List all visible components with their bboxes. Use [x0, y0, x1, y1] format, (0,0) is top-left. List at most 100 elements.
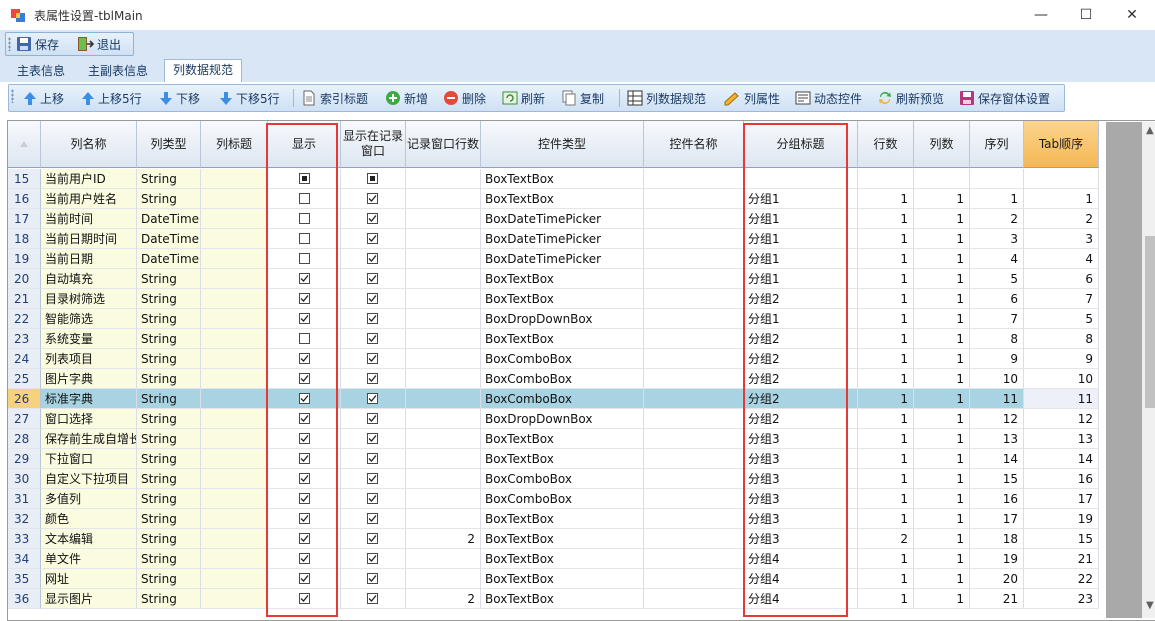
- cell-record-rows[interactable]: [406, 489, 481, 509]
- show-in-record-checkbox[interactable]: [367, 513, 378, 524]
- cell-rows[interactable]: 1: [858, 509, 914, 529]
- cell-sequence[interactable]: 8: [970, 329, 1024, 349]
- cell-group-title[interactable]: 分组3: [744, 509, 858, 529]
- cell-cols[interactable]: 1: [914, 549, 970, 569]
- show-checkbox[interactable]: [299, 533, 310, 544]
- cell-column-title[interactable]: [201, 249, 268, 269]
- cell-control-name[interactable]: [644, 429, 744, 449]
- row-number[interactable]: 30: [8, 469, 41, 489]
- cell-control-type[interactable]: BoxTextBox: [481, 329, 644, 349]
- show-in-record-checkbox[interactable]: [367, 213, 378, 224]
- cell-group-title[interactable]: 分组1: [744, 269, 858, 289]
- cell-sequence[interactable]: 11: [970, 389, 1024, 409]
- cell-control-name[interactable]: [644, 309, 744, 329]
- cell-control-type[interactable]: BoxTextBox: [481, 449, 644, 469]
- cell-cols[interactable]: 1: [914, 509, 970, 529]
- header-col-name[interactable]: 列名称: [41, 121, 137, 168]
- cell-show[interactable]: [268, 289, 341, 309]
- show-in-record-checkbox[interactable]: [367, 493, 378, 504]
- cell-record-rows[interactable]: [406, 449, 481, 469]
- show-checkbox[interactable]: [299, 313, 310, 324]
- row-number[interactable]: 31: [8, 489, 41, 509]
- cell-column-name[interactable]: 显示图片: [41, 589, 137, 609]
- show-checkbox[interactable]: [299, 233, 310, 244]
- cell-control-type[interactable]: BoxTextBox: [481, 509, 644, 529]
- cell-group-title[interactable]: 分组3: [744, 489, 858, 509]
- table-row[interactable]: 31 多值列 String BoxComboBox 分组3 1 1 16 17: [8, 489, 1106, 509]
- vertical-scrollbar[interactable]: ▲ ▼: [1142, 122, 1155, 618]
- header-col-show[interactable]: 显示: [268, 121, 341, 168]
- show-checkbox[interactable]: [299, 493, 310, 504]
- cell-rows[interactable]: 1: [858, 249, 914, 269]
- cell-show[interactable]: [268, 169, 341, 189]
- cell-record-rows[interactable]: [406, 289, 481, 309]
- cell-group-title[interactable]: 分组1: [744, 309, 858, 329]
- cell-rows[interactable]: 1: [858, 469, 914, 489]
- cell-column-type[interactable]: String: [137, 389, 201, 409]
- cell-show-in-record[interactable]: [341, 169, 406, 189]
- show-checkbox[interactable]: [299, 293, 310, 304]
- cell-show[interactable]: [268, 529, 341, 549]
- scroll-up-icon[interactable]: ▲: [1146, 125, 1154, 136]
- show-checkbox[interactable]: [299, 213, 310, 224]
- cell-control-type[interactable]: BoxComboBox: [481, 469, 644, 489]
- cell-column-name[interactable]: 智能筛选: [41, 309, 137, 329]
- cell-record-rows[interactable]: [406, 309, 481, 329]
- cell-column-name[interactable]: 标准字典: [41, 389, 137, 409]
- cell-control-type[interactable]: BoxComboBox: [481, 369, 644, 389]
- cell-tab-order[interactable]: 21: [1024, 549, 1099, 569]
- cell-show[interactable]: [268, 429, 341, 449]
- cell-group-title[interactable]: 分组2: [744, 329, 858, 349]
- cell-column-type[interactable]: String: [137, 429, 201, 449]
- scroll-down-icon[interactable]: ▼: [1146, 600, 1154, 611]
- cell-control-type[interactable]: BoxComboBox: [481, 349, 644, 369]
- row-number[interactable]: 24: [8, 349, 41, 369]
- cell-column-name[interactable]: 网址: [41, 569, 137, 589]
- cell-rows[interactable]: 1: [858, 409, 914, 429]
- show-in-record-checkbox[interactable]: [367, 353, 378, 364]
- move-up-button[interactable]: 上移: [23, 87, 64, 109]
- cell-show-in-record[interactable]: [341, 589, 406, 609]
- cell-tab-order[interactable]: 23: [1024, 589, 1099, 609]
- cell-sequence[interactable]: 16: [970, 489, 1024, 509]
- tab-main-sub-table-info[interactable]: 主副表信息: [80, 61, 156, 82]
- cell-record-rows[interactable]: [406, 409, 481, 429]
- cell-cols[interactable]: 1: [914, 569, 970, 589]
- cell-rows[interactable]: 1: [858, 549, 914, 569]
- cell-column-title[interactable]: [201, 409, 268, 429]
- cell-column-title[interactable]: [201, 209, 268, 229]
- cell-show-in-record[interactable]: [341, 529, 406, 549]
- show-checkbox[interactable]: [299, 453, 310, 464]
- cell-column-type[interactable]: String: [137, 409, 201, 429]
- cell-show[interactable]: [268, 409, 341, 429]
- cell-column-title[interactable]: [201, 429, 268, 449]
- cell-show-in-record[interactable]: [341, 249, 406, 269]
- cell-rows[interactable]: 1: [858, 189, 914, 209]
- cell-control-name[interactable]: [644, 469, 744, 489]
- show-checkbox[interactable]: [299, 593, 310, 604]
- cell-control-name[interactable]: [644, 369, 744, 389]
- cell-tab-order[interactable]: 3: [1024, 229, 1099, 249]
- cell-cols[interactable]: [914, 169, 970, 189]
- cell-record-rows[interactable]: [406, 249, 481, 269]
- table-row[interactable]: 21 目录树筛选 String BoxTextBox 分组2 1 1 6 7: [8, 289, 1106, 309]
- cell-control-name[interactable]: [644, 549, 744, 569]
- cell-tab-order[interactable]: 10: [1024, 369, 1099, 389]
- show-checkbox[interactable]: [299, 413, 310, 424]
- show-checkbox[interactable]: [299, 393, 310, 404]
- show-in-record-checkbox[interactable]: [367, 273, 378, 284]
- cell-tab-order[interactable]: 2: [1024, 209, 1099, 229]
- header-col-rows[interactable]: 行数: [858, 121, 914, 168]
- exit-button[interactable]: 退出: [76, 33, 121, 55]
- column-spec-button[interactable]: 列数据规范: [627, 87, 706, 109]
- show-in-record-checkbox[interactable]: [367, 393, 378, 404]
- cell-record-rows[interactable]: 2: [406, 529, 481, 549]
- cell-column-type[interactable]: String: [137, 309, 201, 329]
- cell-control-type[interactable]: BoxTextBox: [481, 429, 644, 449]
- cell-column-name[interactable]: 目录树筛选: [41, 289, 137, 309]
- show-checkbox[interactable]: [299, 333, 310, 344]
- cell-record-rows[interactable]: [406, 349, 481, 369]
- cell-sequence[interactable]: 9: [970, 349, 1024, 369]
- cell-show-in-record[interactable]: [341, 389, 406, 409]
- show-checkbox[interactable]: [299, 273, 310, 284]
